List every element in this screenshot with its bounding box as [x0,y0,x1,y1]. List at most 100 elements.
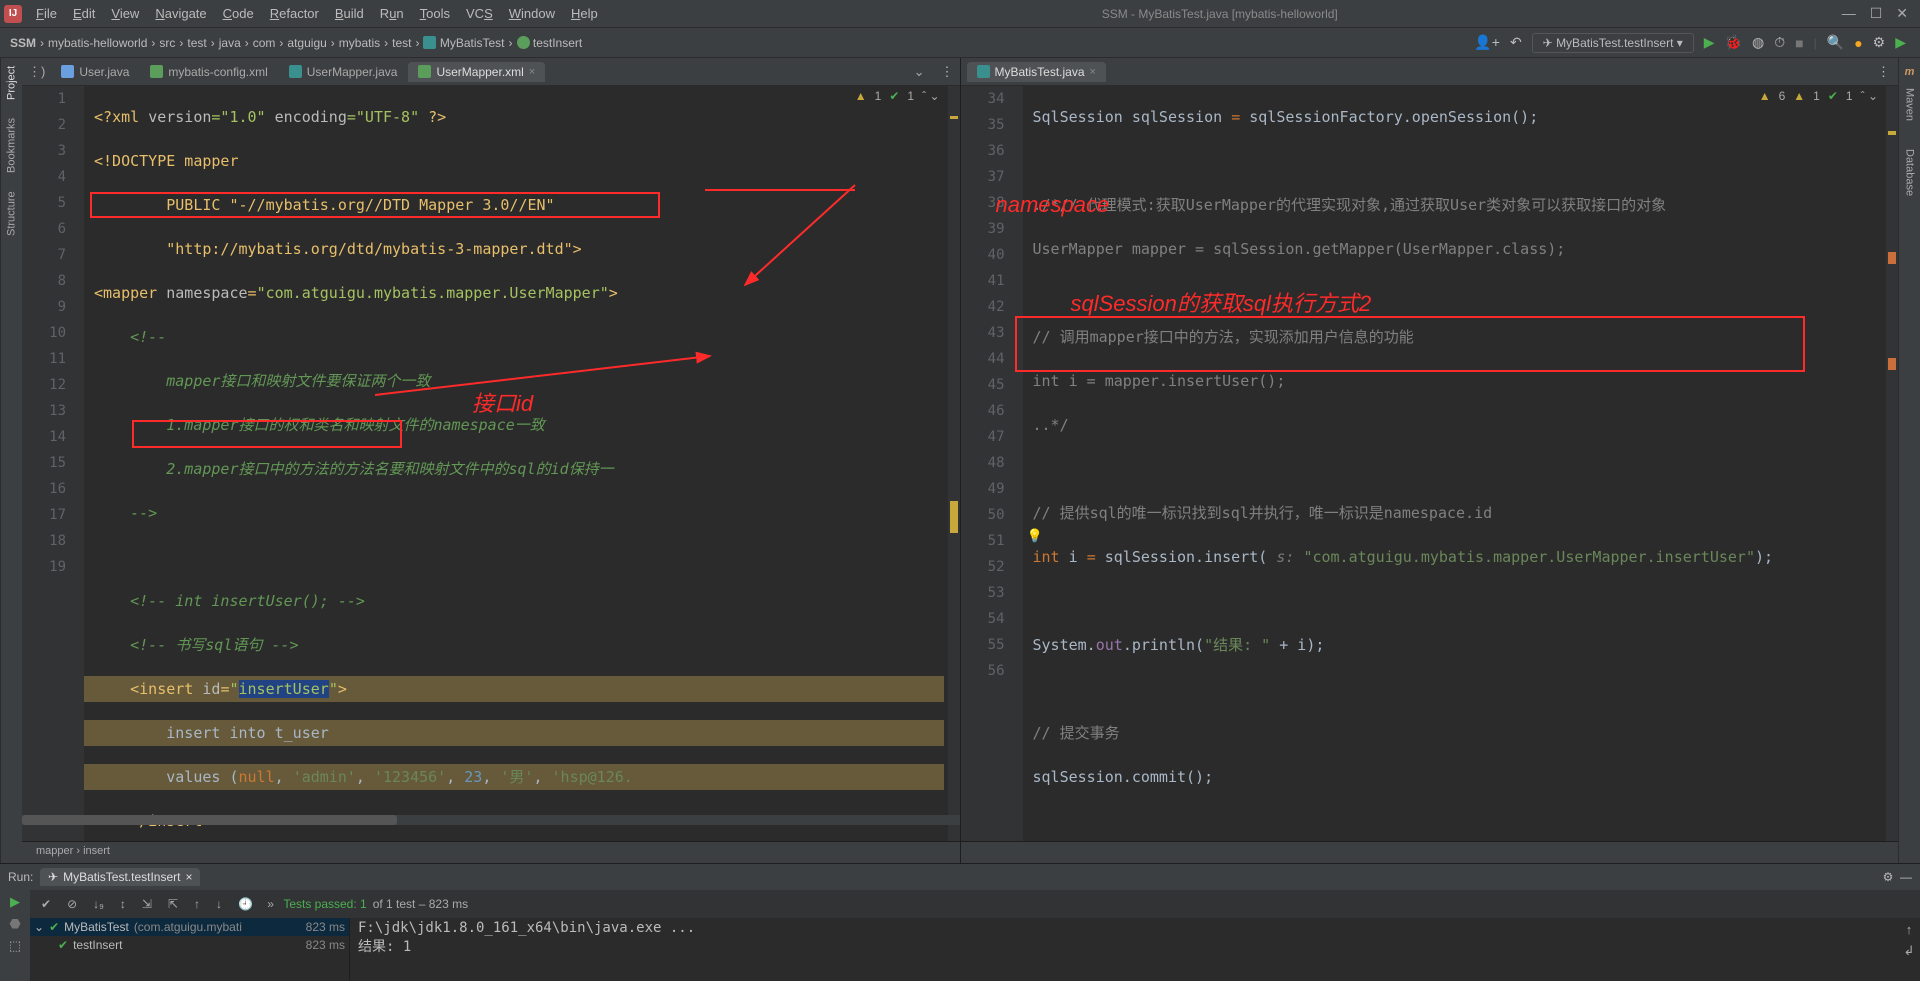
crumb-testpkg[interactable]: test [388,36,415,50]
menu-navigate[interactable]: Navigate [147,4,214,23]
left-editor-pane: ⋮) User.java mybatis-config.xml UserMapp… [22,58,961,863]
search-icon[interactable]: 🔍 [1827,34,1844,51]
crumb-method[interactable]: testInsert [513,36,587,50]
menu-window[interactable]: Window [501,4,563,23]
crumb-com[interactable]: com [249,36,280,50]
status-ok-icon[interactable]: ✔ [36,895,56,913]
close-icon[interactable]: ✕ [1896,5,1908,22]
run-icon[interactable]: ▶ [1704,34,1715,51]
menu-run[interactable]: Run [372,4,412,23]
crumb-atguigu[interactable]: atguigu [283,36,330,50]
run-hide-icon[interactable]: — [1900,870,1912,884]
inspection-bar[interactable] [948,86,960,841]
test-tree[interactable]: ⌄✔ MyBatisTest (com.atguigu.mybati 823 m… [30,918,350,981]
toolwindow-maven[interactable]: Maven [1904,88,1916,121]
back-icon[interactable]: ↶ [1510,34,1522,51]
run-config-selector[interactable]: ✈ MyBatisTest.testInsert ▾ [1532,33,1694,53]
soft-wrap-icon[interactable]: ↲ [1904,943,1915,959]
tabs-dropdown-icon[interactable]: ⌄ [904,64,935,80]
console-line: F:\jdk\jdk1.8.0_161_x64\bin\java.exe ... [358,920,1890,936]
gear-icon[interactable]: ⚙ [1873,34,1886,51]
menu-file[interactable]: File [28,4,65,23]
inspection-status[interactable]: ▲6 ▲1 ✔1 ˆ ⌄ [1759,89,1878,103]
collapse-icon[interactable]: ⇱ [163,895,183,913]
sort-icon[interactable]: ↓₉ [88,895,109,913]
prev-icon[interactable]: ↑ [189,895,205,913]
menu-edit[interactable]: Edit [65,4,103,23]
gutter[interactable]: 12345678910111213141516171819 [22,86,84,841]
editor-crumbs [961,841,1899,863]
rerun-icon[interactable]: ▶ [10,894,20,910]
tab-usermapper-java[interactable]: UserMapper.java [279,62,408,82]
test-node-root[interactable]: ⌄✔ MyBatisTest (com.atguigu.mybati 823 m… [30,918,349,936]
right-editor-pane: MyBatisTest.java × ⋮ 3435363738394041424… [961,58,1899,863]
history-icon[interactable]: 🕘 [233,895,258,913]
stop-icon[interactable]: ⬣ [9,916,20,932]
crumb-mybatis[interactable]: mybatis [335,36,384,50]
menu-vcs[interactable]: VCS [458,4,501,23]
inspection-bar[interactable] [1886,86,1898,841]
inspection-status[interactable]: ▲1 ✔1 ˆ ⌄ [855,89,940,103]
run-toolwindow: Run: ✈ MyBatisTest.testInsert × ⚙ — ▶ ⬣ … [0,863,1920,981]
menu-build[interactable]: Build [327,4,372,23]
crumb-java[interactable]: java [215,36,245,50]
intention-bulb-icon[interactable]: 💡 [1027,528,1043,544]
run-console[interactable]: F:\jdk\jdk1.8.0_161_x64\bin\java.exe ...… [350,918,1898,981]
h-scrollbar[interactable] [22,815,960,825]
crumb-project[interactable]: SSM [6,36,40,50]
menu-refactor[interactable]: Refactor [262,4,327,23]
menu-help[interactable]: Help [563,4,606,23]
test-summary: Tests passed: 1 [283,897,366,911]
menu-code[interactable]: Code [215,4,262,23]
expand-icon[interactable]: ⇲ [137,895,157,913]
minimize-icon[interactable]: — [1842,5,1856,22]
test-node-child[interactable]: ✔ testInsert 823 ms [30,936,349,954]
tab-usermapper-xml[interactable]: UserMapper.xml × [408,62,545,82]
more-icon[interactable]: ▶ [1895,34,1906,51]
crumb-module[interactable]: mybatis-helloworld [44,36,151,50]
coverage-icon[interactable]: ◍ [1752,34,1764,51]
right-tabs: MyBatisTest.java × ⋮ [961,58,1899,86]
tab-mybatis-config[interactable]: mybatis-config.xml [140,62,277,82]
code-editor-left[interactable]: <?xml version="1.0" encoding="UTF-8" ?> … [84,86,944,823]
add-user-icon[interactable]: 👤+ [1474,34,1500,51]
crumb-test[interactable]: test [183,36,210,50]
tab-user-java[interactable]: User.java [51,62,139,82]
menu-tools[interactable]: Tools [412,4,458,23]
left-tool-strip: Structure Bookmarks Project [0,58,22,891]
profile-icon[interactable]: ⏱ [1774,34,1785,51]
run-panel-label: Run: [8,870,33,884]
toolwindow-bookmarks[interactable]: Bookmarks [6,118,18,173]
tab-mybatistest[interactable]: MyBatisTest.java × [967,62,1106,82]
crumb-src[interactable]: src [155,36,179,50]
avatar-icon[interactable]: ● [1854,35,1862,51]
status-pending-icon[interactable]: ⊘ [62,895,82,913]
close-icon[interactable]: × [529,66,535,78]
run-gear-icon[interactable]: ⚙ [1883,870,1894,884]
tabs-menu-icon[interactable]: ⋮) [28,64,51,80]
layout-icon[interactable]: ⬚ [9,938,21,954]
filter-icon[interactable]: ↕ [115,895,131,913]
toolwindow-structure[interactable]: Structure [6,191,18,236]
app-icon: IJ [4,5,22,23]
run-tab[interactable]: ✈ MyBatisTest.testInsert × [40,868,200,886]
console-line: 结果: 1 [358,936,1890,956]
toolwindow-database[interactable]: Database [1904,149,1916,196]
gutter[interactable]: 3435363738394041424344454647484950515253… [961,86,1023,841]
close-icon[interactable]: × [1090,66,1096,78]
crumb-class[interactable]: MyBatisTest [419,36,508,50]
editor-crumbs[interactable]: mapper › insert [22,841,960,863]
next-icon[interactable]: ↓ [211,895,227,913]
debug-icon[interactable]: 🐞 [1725,34,1742,51]
menu-view[interactable]: View [103,4,147,23]
toolwindow-project[interactable]: Project [6,66,18,100]
stop-icon[interactable]: ■ [1795,35,1803,51]
title-bar: IJ File Edit View Navigate Code Refactor… [0,0,1920,28]
test-summary-suffix: of 1 test – 823 ms [373,897,468,911]
maximize-icon[interactable]: ☐ [1870,5,1883,22]
left-tabs: ⋮) User.java mybatis-config.xml UserMapp… [22,58,960,86]
tabs-more-icon[interactable]: ⋮ [1869,64,1898,80]
scroll-up-icon[interactable]: ↑ [1906,922,1913,937]
code-editor-right[interactable]: SqlSession sqlSession = sqlSessionFactor… [1023,86,1883,823]
tabs-more-icon[interactable]: ⋮ [935,64,960,80]
